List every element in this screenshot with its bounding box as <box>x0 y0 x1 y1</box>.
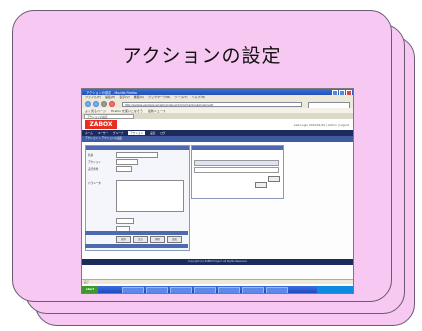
address-bar[interactable]: http://sample.example.jp/carbo/index.php… <box>122 101 302 107</box>
status-bar: 完了 <box>82 279 353 284</box>
form-label-params: パラメータ <box>88 182 101 185</box>
nav-users[interactable]: ユーザー <box>98 131 108 135</box>
list-header-row <box>194 160 279 166</box>
bookmark-item[interactable]: Firefox を使いこなそう <box>111 109 143 113</box>
params-textarea[interactable] <box>116 180 184 212</box>
taskbar-item[interactable] <box>146 287 168 293</box>
taskbar-item[interactable] <box>170 287 192 293</box>
back-button[interactable]: 戻る <box>133 236 148 243</box>
delete-button[interactable]: 削除 <box>150 236 165 243</box>
app-footer: Copyright (C) ZABOX Project. All Rights … <box>82 259 353 265</box>
slide-title: アクションの設定 <box>122 45 282 67</box>
forward-icon[interactable] <box>93 101 99 107</box>
option-field[interactable] <box>116 218 134 224</box>
app-logo: ZABOX <box>85 120 117 129</box>
bookmark-item[interactable]: よく見るページ <box>85 109 106 113</box>
nav-actions[interactable]: アクション <box>128 131 146 135</box>
form-label-name: 名前 <box>88 154 94 157</box>
nav-groups[interactable]: グループ <box>113 131 123 135</box>
slide-card: アクションの設定 アクションの設定 - Mozilla Firefox ファイル… <box>12 10 392 302</box>
list-row[interactable] <box>194 167 279 173</box>
user-info[interactable]: Last Login 2012/01/24 | Admin | Logout <box>294 123 349 127</box>
list-action-select[interactable] <box>268 176 280 182</box>
section-band <box>85 231 188 235</box>
start-button[interactable]: start <box>82 286 98 293</box>
form-label-action: アクション <box>88 161 101 164</box>
taskbar-item[interactable] <box>266 287 288 293</box>
nav-logs[interactable]: ログ <box>160 131 165 135</box>
taskbar-item[interactable] <box>242 287 264 293</box>
bookmark-item[interactable]: 最新ニュース <box>148 109 166 113</box>
panel-header <box>86 146 189 150</box>
windows-taskbar: start <box>82 286 353 293</box>
condition-select[interactable] <box>116 166 132 172</box>
app-header: ZABOX Last Login 2012/01/24 | Admin | Lo… <box>82 119 353 130</box>
taskbar-item[interactable] <box>218 287 240 293</box>
form-label-condition: 実行条件 <box>88 168 99 171</box>
nav-settings[interactable]: 設定 <box>150 131 155 135</box>
save-button[interactable]: 保存 <box>116 236 131 243</box>
section-band <box>85 244 188 248</box>
list-button[interactable] <box>255 182 267 188</box>
action-list-panel <box>191 145 284 199</box>
reload-icon[interactable] <box>101 101 107 107</box>
breadcrumb: アクション > アクションの設定 <box>82 136 353 142</box>
stop-icon[interactable] <box>109 101 115 107</box>
taskbar-item[interactable] <box>122 287 144 293</box>
add-button[interactable]: 追加 <box>167 236 182 243</box>
taskbar-item[interactable] <box>194 287 216 293</box>
back-icon[interactable] <box>85 101 91 107</box>
form-buttons: 保存 戻る 削除 追加 <box>116 236 182 243</box>
embedded-screenshot: アクションの設定 - Mozilla Firefox ファイル(F) 編集(E)… <box>81 88 354 294</box>
action-select[interactable] <box>116 159 138 165</box>
name-field[interactable] <box>116 152 158 158</box>
system-tray <box>317 286 353 293</box>
action-form-panel: 名前 アクション 実行条件 パラメータ 保存 戻る 削除 追加 <box>85 145 190 251</box>
panel-header <box>192 146 283 150</box>
nav-home[interactable]: ホーム <box>85 131 93 135</box>
